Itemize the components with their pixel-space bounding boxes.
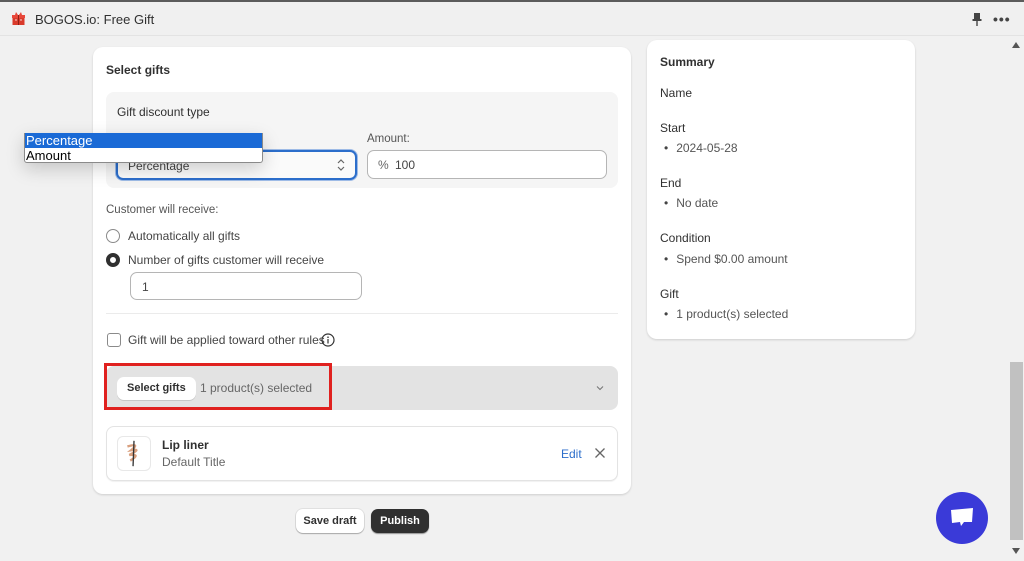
- gift-count-input[interactable]: 1: [130, 272, 362, 300]
- edit-product-link[interactable]: Edit: [561, 447, 582, 461]
- radio-number-of-gifts[interactable]: [106, 253, 120, 267]
- summary-name-label: Name: [660, 86, 693, 100]
- summary-condition-value: Spend $0.00 amount: [664, 252, 787, 266]
- app-title: BOGOS.io: Free Gift: [35, 12, 155, 27]
- radio-label-automatically-all-gifts: Automatically all gifts: [128, 229, 241, 243]
- summary-card: Summary Name Start 2024-05-28 End No dat…: [647, 40, 915, 339]
- gift-selection-bar[interactable]: Select gifts 1 product(s) selected: [106, 366, 618, 410]
- select-chevron-icon: [337, 159, 345, 171]
- summary-gift-label: Gift: [660, 287, 679, 301]
- amount-label: Amount:: [367, 133, 410, 145]
- dropdown-option-percentage[interactable]: Percentage: [25, 133, 262, 148]
- product-variant: Default Title: [162, 455, 226, 469]
- chat-bubble-icon: [951, 508, 973, 526]
- percent-prefix: %: [378, 158, 389, 172]
- save-draft-button[interactable]: Save draft: [296, 509, 364, 533]
- gift-count-value: 1: [142, 280, 149, 294]
- summary-condition-label: Condition: [660, 231, 711, 245]
- amount-value: 100: [395, 158, 416, 172]
- customer-receive-label: Customer will receive:: [106, 204, 219, 216]
- summary-gift-value: 1 product(s) selected: [664, 307, 788, 321]
- radio-label-number-of-gifts: Number of gifts customer will receive: [128, 253, 325, 267]
- select-gifts-card: Select gifts Gift discount type Type: Am…: [93, 47, 631, 494]
- vertical-scrollbar[interactable]: [1008, 36, 1024, 561]
- info-icon[interactable]: [321, 333, 335, 347]
- discount-type-heading: Gift discount type: [117, 105, 210, 119]
- more-horizontal-icon[interactable]: •••: [993, 11, 1011, 27]
- publish-button[interactable]: Publish: [371, 509, 429, 533]
- section-title: Select gifts: [106, 63, 171, 77]
- summary-title: Summary: [660, 55, 715, 69]
- dropdown-option-amount[interactable]: Amount: [25, 148, 262, 163]
- divider: [106, 313, 618, 314]
- selected-count-text: 1 product(s) selected: [200, 381, 313, 395]
- scrollbar-thumb[interactable]: [1010, 362, 1023, 540]
- summary-end-value: No date: [664, 196, 718, 210]
- app-header: BOGOS.io: Free Gift •••: [0, 2, 1024, 36]
- select-gifts-button[interactable]: Select gifts: [117, 377, 196, 400]
- product-thumbnail: [117, 436, 151, 471]
- lip-liner-image: [126, 440, 138, 467]
- radio-automatically-all-gifts[interactable]: [106, 229, 120, 243]
- summary-end-label: End: [660, 176, 682, 190]
- product-item: Lip liner Default Title Edit: [106, 426, 618, 481]
- pin-icon[interactable]: [970, 12, 984, 26]
- product-name: Lip liner: [162, 438, 209, 452]
- summary-start-value: 2024-05-28: [664, 141, 737, 155]
- amount-input[interactable]: % 100: [367, 150, 607, 179]
- scroll-up-arrow-icon[interactable]: [1012, 42, 1020, 48]
- scroll-down-arrow-icon[interactable]: [1012, 548, 1020, 554]
- chevron-down-icon[interactable]: [595, 383, 605, 393]
- discount-type-dropdown: Percentage Amount: [24, 133, 263, 163]
- close-icon[interactable]: [594, 447, 606, 459]
- chat-button[interactable]: [936, 492, 988, 544]
- gift-icon: [12, 12, 25, 25]
- apply-other-rules-label: Gift will be applied toward other rules: [128, 333, 325, 347]
- summary-start-label: Start: [660, 121, 686, 135]
- apply-other-rules-checkbox[interactable]: [107, 333, 121, 347]
